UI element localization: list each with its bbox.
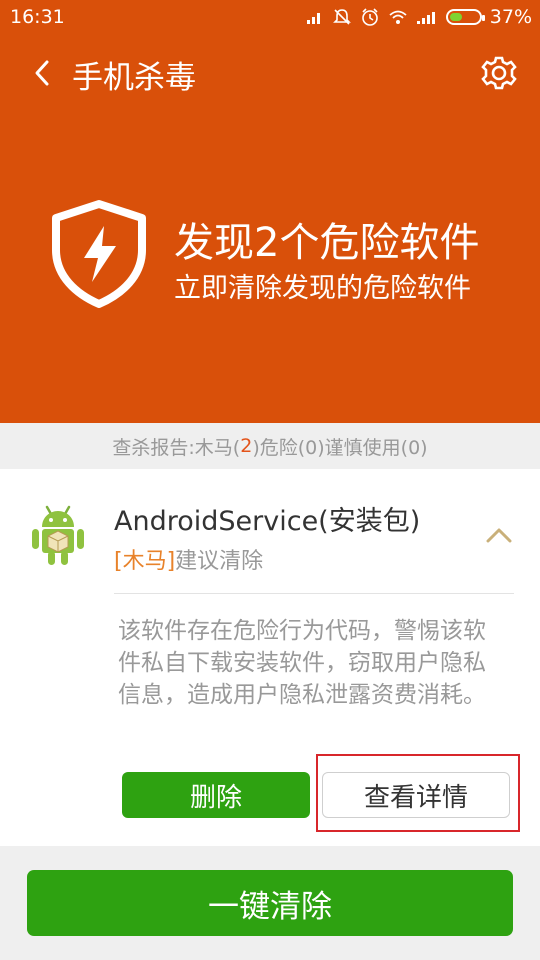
threat-advice: 建议清除 [175,549,264,574]
threat-item-card: AndroidService(安装包) [木马]建议清除 该软件存在危险行为代码… [0,469,540,846]
battery-icon [445,9,485,25]
scan-report-summary: 查杀报告:木马(2)危险(0)谨慎使用(0) [0,423,540,469]
status-icons: 37% [306,6,532,28]
page-title: 手机杀毒 [72,60,196,96]
settings-button[interactable] [480,54,518,92]
status-time: 16:31 [10,6,65,28]
threat-description: 该软件存在危险行为代码，警惕该软件私自下载安装软件，窃取用户隐私信息，造成用户隐… [118,618,486,708]
trojan-count: 2 [240,435,253,457]
scan-result-subline: 立即清除发现的危险软件 [174,273,471,304]
collapse-chevron-up-icon[interactable] [484,525,514,545]
scan-result-headline: 发现2个危险软件 [174,220,480,266]
threat-tagline: [木马]建议清除 [114,543,263,575]
battery-percent: 37% [489,6,532,28]
wifi-icon [388,9,408,25]
mute-icon [332,7,352,27]
cellular-icon [416,9,438,25]
shield-lightning-icon [52,200,146,308]
delete-button[interactable]: 删除 [122,772,310,818]
chevron-left-icon [35,60,49,86]
app-name: AndroidService(安装包) [114,506,421,537]
title-bar: 手机杀毒 [0,44,540,102]
gear-icon [481,56,517,90]
divider [114,593,514,594]
clean-all-button[interactable]: 一键清除 [27,870,513,936]
status-bar: 16:31 37% [0,0,540,34]
report-suffix: )危险(0)谨慎使用(0) [252,436,428,459]
alarm-icon [360,7,380,27]
android-app-icon [32,505,84,565]
highlight-box [316,754,520,832]
report-prefix: 查杀报告:木马( [112,436,241,459]
header: 16:31 37% 手机杀毒 发现2个危险软件 立即清除发现的危险软件 [0,0,540,423]
threat-type-tag: [木马] [114,549,176,574]
back-button[interactable] [28,56,56,90]
signal-icon [306,9,324,25]
